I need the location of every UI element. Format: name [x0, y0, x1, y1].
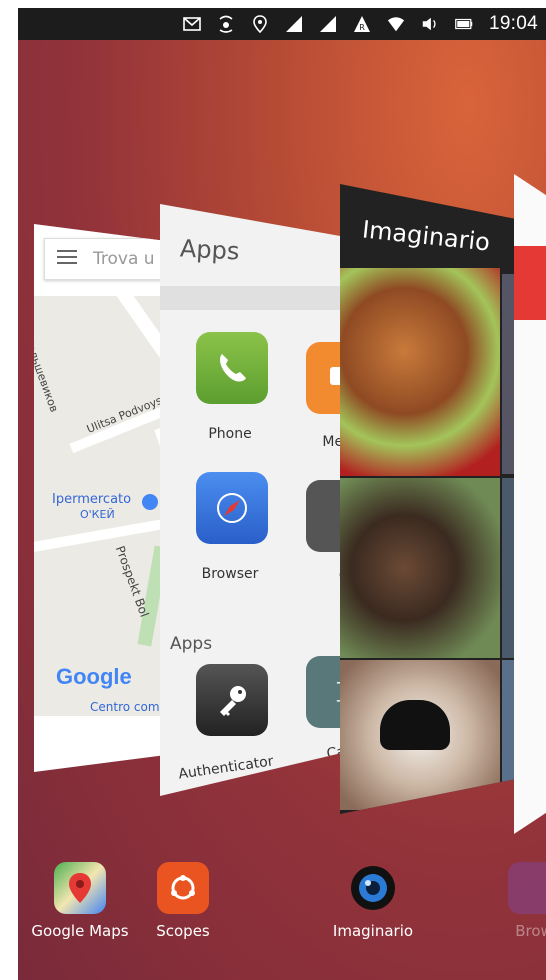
imaginario-title: Imaginario	[360, 215, 492, 257]
battery-icon	[455, 15, 473, 33]
app-switcher-screen: R 19:04 Trova u Большевиков Ulitsa Podvo…	[18, 8, 546, 980]
map-label: Prospekt Bol	[112, 544, 152, 619]
browser-window-card[interactable]	[514, 174, 546, 834]
google-maps-icon	[54, 862, 106, 914]
imaginario-icon	[347, 862, 399, 914]
maps-search-placeholder: Trova u	[93, 249, 155, 269]
mail-icon	[183, 15, 201, 33]
clock-time: 19:04	[488, 13, 538, 34]
browser-page-banner	[514, 246, 546, 320]
google-logo-text: Google	[56, 664, 132, 689]
dock-item-scopes[interactable]: Scopes	[133, 862, 233, 940]
status-bar[interactable]: R 19:04	[18, 8, 546, 40]
svg-text:R: R	[359, 23, 365, 32]
app-label-authenticator: Authenticator	[177, 753, 275, 783]
photo-thumbnail[interactable]	[340, 478, 500, 658]
dock-label: Scopes	[156, 922, 210, 940]
dock-label: Brow	[515, 922, 546, 940]
app-label-phone: Phone	[208, 426, 252, 442]
browser-icon	[508, 862, 546, 914]
location-icon	[251, 15, 269, 33]
apps-title: Apps	[179, 234, 241, 266]
map-label: О'КЕЙ	[80, 508, 115, 521]
cat-shape	[380, 700, 450, 750]
roaming-icon: R	[353, 15, 371, 33]
imaginario-window-card[interactable]: Imaginario	[340, 184, 530, 814]
dock-item-google-maps[interactable]: Google Maps	[30, 862, 130, 940]
app-label-browser: Browser	[201, 566, 259, 582]
map-label: Centro comm	[90, 700, 172, 714]
map-label: Большевиков	[34, 336, 61, 414]
alarm-icon	[217, 15, 235, 33]
phone-icon[interactable]	[196, 332, 268, 404]
apps-scope-window-card[interactable]: Apps Phone Mess Browser Clo Apps Authent…	[160, 204, 360, 796]
signal-icon	[285, 15, 303, 33]
key-icon[interactable]	[196, 664, 268, 736]
map-label: Ipermercato	[52, 492, 132, 507]
apps-section-label: Apps	[170, 634, 213, 654]
photo-thumbnail[interactable]	[340, 660, 500, 810]
browser-icon[interactable]	[196, 472, 268, 544]
google-logo: Google	[56, 664, 132, 690]
menu-icon[interactable]	[57, 249, 77, 270]
dock-label: Imaginario	[332, 922, 414, 940]
dock-item-imaginario[interactable]: Imaginario	[323, 862, 423, 940]
signal-icon	[319, 15, 337, 33]
scopes-icon	[157, 862, 209, 914]
photo-thumbnail[interactable]	[340, 268, 500, 476]
dock-item-browser[interactable]: Brow	[484, 862, 546, 940]
dock-label: Google Maps	[31, 922, 129, 940]
apps-header-bar	[160, 286, 360, 310]
shopping-pin-icon[interactable]	[142, 494, 158, 510]
volume-icon	[421, 15, 439, 33]
wifi-icon	[387, 15, 405, 33]
